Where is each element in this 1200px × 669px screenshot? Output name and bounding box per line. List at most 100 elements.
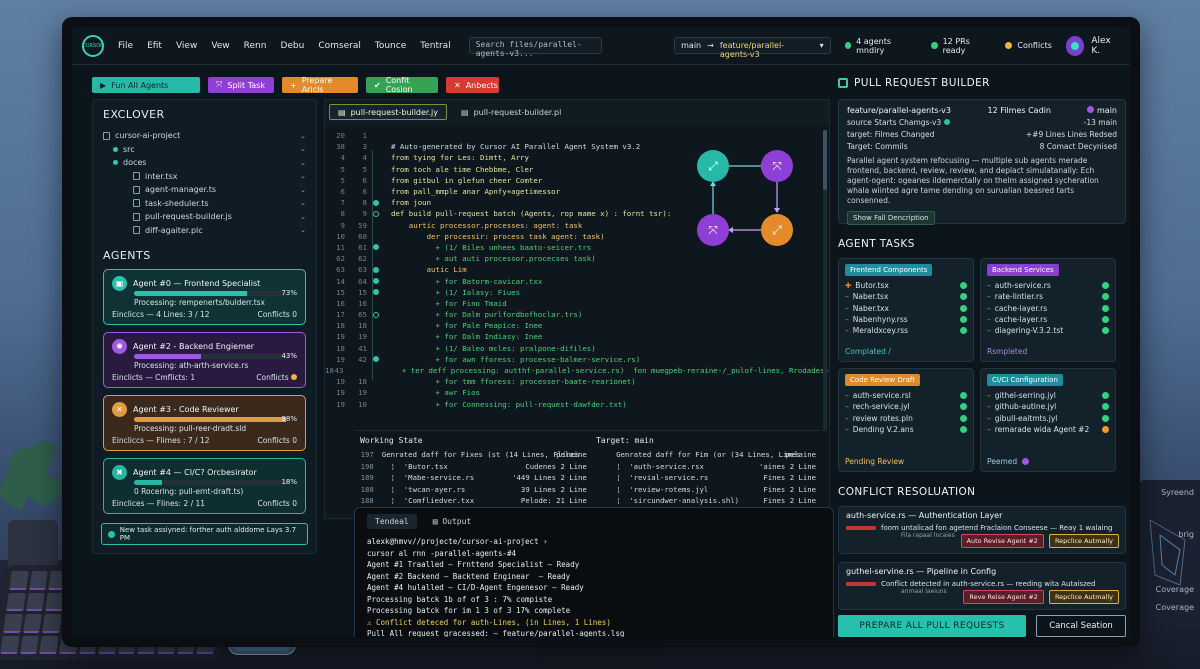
task-item[interactable]: – diagering-V.3.2.tst [987, 325, 1109, 336]
code-line: 20 1 [325, 130, 829, 141]
task-item[interactable]: – github-autine.jyl [987, 401, 1109, 412]
task-item[interactable]: – auth-service.rs [987, 280, 1109, 291]
pr-target-label: target: Filmes Changed [847, 130, 935, 139]
code-text: + for Pale Peapice: Inee [391, 321, 543, 331]
breakpoint-dot-icon[interactable] [373, 311, 379, 318]
tree-file[interactable]: pull-request-builder.js ⌄ [103, 210, 306, 224]
conflict-card: auth-service.rs — Authentication Layer fo… [838, 506, 1126, 554]
task-item[interactable]: – auth-service.rsl [845, 390, 967, 401]
task-item[interactable]: – Naber.txx [845, 303, 967, 314]
replace-manually-button[interactable]: Repclice Autmally [1048, 534, 1119, 548]
diff-right-file: Genrated daff for Fim (or (34 Lines, Lim… [616, 450, 801, 460]
breakpoint-dot-icon[interactable] [373, 210, 379, 217]
menu-central[interactable]: Tentral [420, 41, 450, 51]
tree-folder-docs[interactable]: doces ⌄ [103, 156, 306, 170]
diff-right-title: Target: main [596, 435, 654, 445]
play-icon: ▶ [100, 80, 107, 90]
line-number-2: 19 [358, 332, 367, 342]
agent-card[interactable]: ✕ Agent #3 - Code Reviewer 98% Processin… [103, 395, 306, 451]
tab-output[interactable]: ▤ Output [425, 514, 480, 529]
task-group[interactable]: Frentend Components ✚ Butor.tsx – Naber.tsx –… [838, 258, 974, 362]
menu-file[interactable]: File [118, 41, 133, 51]
editor-scrollbar[interactable] [823, 130, 827, 430]
breakpoint-dot-icon[interactable] [373, 356, 379, 363]
task-item[interactable]: – rech-service.jyl [845, 401, 967, 412]
task-group[interactable]: Code Review Draft – auth-service.rsl – rech-… [838, 368, 974, 472]
task-item[interactable]: ✚ Butor.tsx [845, 280, 967, 291]
tree-project[interactable]: cursor-ai-project ⌄ [103, 129, 306, 143]
agent-card[interactable]: ▣ Agent #0 — Frontend Specialist 73% Pro… [103, 269, 306, 325]
menu-view[interactable]: View [176, 41, 197, 51]
task-item[interactable]: – cache-layer.rs [987, 314, 1109, 325]
task-group[interactable]: CI/CI Configuration – githel-serring.jyl – g… [980, 368, 1116, 472]
task-item[interactable]: – review rotes.pln [845, 413, 967, 424]
diff-right-meta: Fines 2 Line [763, 473, 817, 483]
user-menu[interactable]: Alex K. [1065, 35, 1120, 56]
plus-icon: + [290, 80, 297, 90]
breakpoint-dot-icon[interactable] [373, 278, 379, 285]
tree-file[interactable]: task-sheduler.ts ⌄ [103, 197, 306, 211]
task-item[interactable]: – Dending V.2.ans [845, 424, 967, 435]
menu-terminal[interactable]: Comseral [318, 41, 361, 51]
task-file: Naber.txx [852, 303, 889, 313]
prepare-articles-button[interactable]: + Prepare Aricls [282, 76, 358, 94]
tree-file[interactable]: inter.tsx ⌄ [103, 170, 306, 184]
status-conflicts[interactable]: Conflicts [1005, 41, 1052, 50]
branch-selector[interactable]: main → feature/parallel-agents-v3 ▾ [674, 37, 831, 59]
agent-progress-bar [134, 291, 289, 296]
breakpoint-dot-icon[interactable] [373, 244, 379, 251]
menu-view-2[interactable]: Vew [211, 41, 229, 51]
replace-manually-button[interactable]: Repclice Autmally [1048, 590, 1119, 604]
tree-folder-src[interactable]: src ⌄ [103, 143, 306, 157]
confirm-button[interactable]: ✔ Confit Cosion [366, 76, 438, 94]
tab-pull-request-builder-jy[interactable]: ▤ pull-request-builder.jy [329, 104, 447, 120]
status-prs-text: 12 PRs ready [942, 36, 970, 55]
task-bullet-icon: – [845, 326, 849, 336]
gutter [367, 311, 385, 318]
agent-card[interactable]: ✖ Agent #4 — CI/C? Orcbesirator 18% 0 Ro… [103, 458, 306, 514]
task-group[interactable]: Backend Services – auth-service.rs – rate-li… [980, 258, 1116, 362]
task-bullet-icon: – [845, 391, 849, 401]
terminal-line: Agent #2 Backend — Backtend Enginear — R… [367, 571, 571, 581]
auto-resolve-button[interactable]: Reve Reise Agent #2 [963, 590, 1044, 604]
auto-resolve-button[interactable]: Auto Revise Agent #2 [960, 534, 1044, 548]
task-item[interactable]: – rate-lintier.rs [987, 291, 1109, 302]
menu-source[interactable]: Tounce [375, 41, 406, 51]
tree-file[interactable]: diff-agaiter.plc ⌄ [103, 224, 306, 238]
line-number-2: 43 [334, 366, 344, 376]
show-full-description-button[interactable]: Show Fall Dencription [847, 211, 935, 225]
line-number: 14 [336, 276, 345, 286]
menu-edit[interactable]: Efit [147, 41, 162, 51]
task-item[interactable]: – remarade wida Agent #2 [987, 424, 1109, 435]
menu-debug[interactable]: Debu [280, 41, 304, 51]
breakpoint-dot-icon[interactable] [373, 289, 379, 296]
code-line: 16 16 + for Fino Tmaid [325, 298, 829, 309]
prepare-all-pull-requests-button[interactable]: PREPARE ALL PULL REQUESTS [838, 615, 1026, 637]
tab-terminal[interactable]: Tendeal [367, 514, 417, 529]
abort-button[interactable]: ✕ Anbects [446, 77, 499, 93]
check-circle-icon [108, 530, 115, 538]
confirm-label: Confit Cosion [385, 76, 413, 94]
task-item[interactable]: – Meraldxcey.rss [845, 325, 967, 336]
status-dot-icon [960, 316, 967, 324]
tab-pull-request-builder-pl[interactable]: ▤ pull-request-builder.pl [453, 104, 569, 120]
task-item[interactable]: – cache-layer.rs [987, 303, 1109, 314]
split-task-button[interactable]: ⤧ Split Task [208, 77, 274, 93]
terminal-line: ⚠ Conflict deteced for auth-Lines, (in L… [367, 617, 611, 627]
task-item[interactable]: – githel-serring.jyl [987, 390, 1109, 401]
search-input[interactable]: Search files/parallel-agents-v3... [468, 37, 603, 58]
diff-right-meta: Fines 2 Line [763, 484, 817, 494]
line-number: 62 [336, 254, 345, 264]
task-item[interactable]: – Nabenhyny.rss [845, 314, 967, 325]
run-all-agents-button[interactable]: ▶ Fun All Agents [92, 77, 200, 93]
tree-file[interactable]: agent-manager.ts ⌄ [103, 183, 306, 197]
breakpoint-dot-icon[interactable] [373, 266, 379, 273]
task-notification[interactable]: New task assiyned: forther auth alddome … [101, 523, 308, 545]
breakpoint-dot-icon[interactable] [373, 199, 379, 206]
cancel-session-button[interactable]: Cancal Seation [1036, 615, 1126, 637]
agent-card[interactable]: ✺ Agent #2 - Backend Engiemer 43% Proces… [103, 332, 306, 388]
agent-tools-icon: ✕ [112, 402, 127, 417]
task-item[interactable]: – gibull-eaitmts.jyl [987, 413, 1109, 424]
menu-run[interactable]: Renn [244, 41, 267, 51]
task-item[interactable]: – Naber.tsx [845, 291, 967, 302]
